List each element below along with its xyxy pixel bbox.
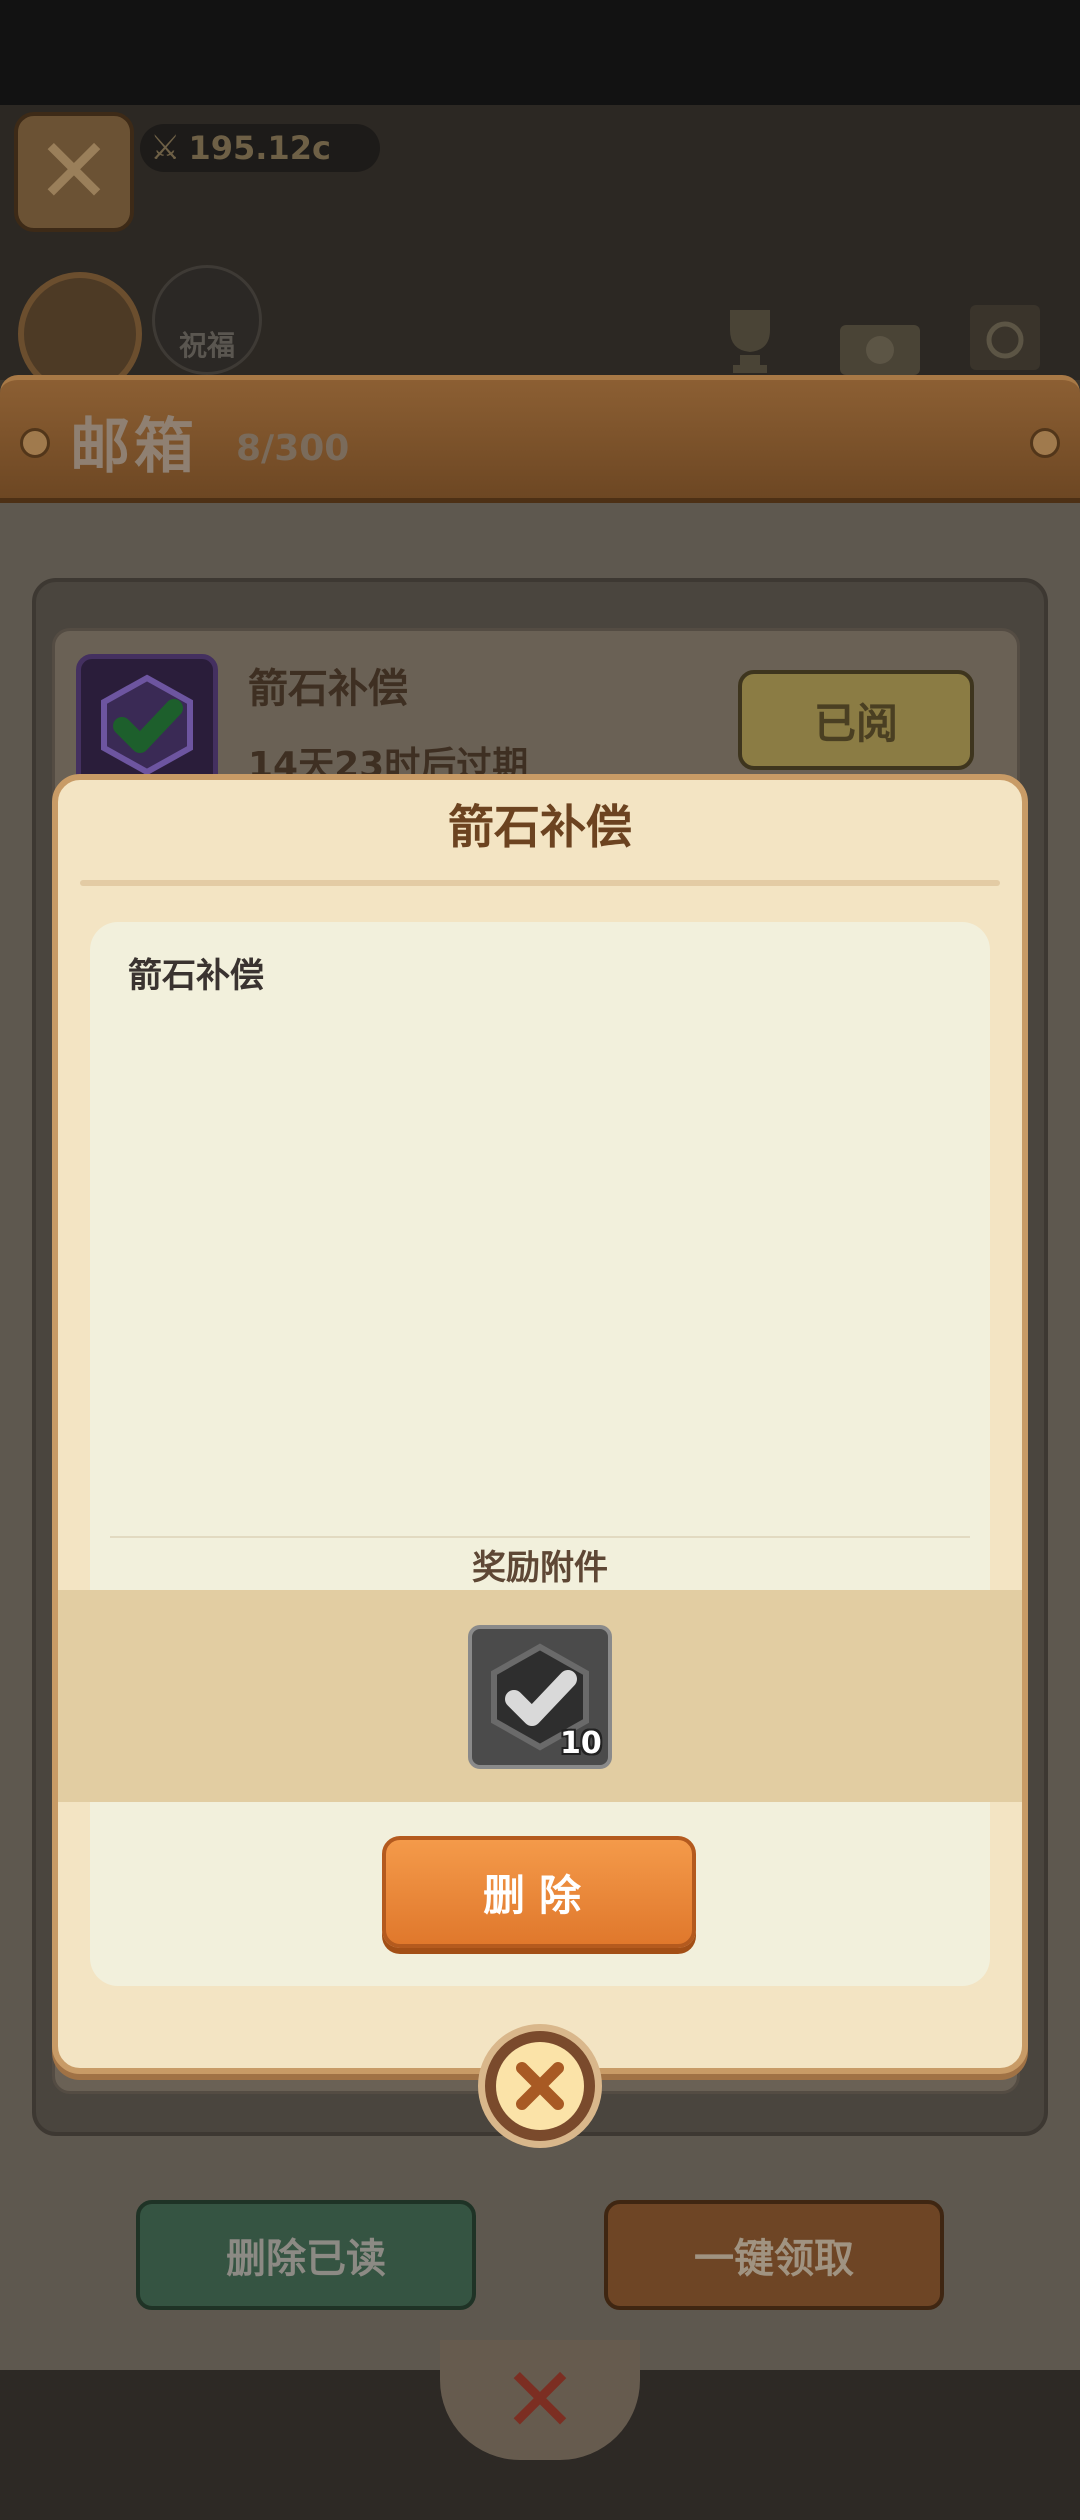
claim-all-button[interactable]: 一键领取: [604, 2200, 944, 2310]
bless-button: 祝福: [152, 265, 262, 375]
bless-label: 祝福: [178, 329, 235, 362]
power-display: ⚔ 195.12c: [140, 124, 380, 172]
read-button[interactable]: 已阅: [738, 670, 974, 770]
delete-read-label: 删除已读: [226, 2236, 386, 2282]
mail-item-title: 箭石补偿: [248, 666, 408, 712]
reward-divider: [110, 1536, 970, 1538]
delete-button[interactable]: 删除: [382, 1836, 696, 1948]
nail-icon: [20, 428, 50, 458]
delete-read-button[interactable]: 删除已读: [136, 2200, 476, 2310]
back-close-icon: ✕: [14, 112, 134, 232]
claim-all-label: 一键领取: [694, 2236, 854, 2282]
pass-ticket-icon: [830, 290, 930, 380]
close-icon: ✕: [502, 2347, 578, 2453]
delete-button-label: 删除: [482, 1870, 595, 1920]
reward-label: 奖励附件: [472, 1548, 608, 1588]
title-divider: [80, 880, 1000, 886]
dialog-title: 箭石补偿: [448, 800, 632, 854]
reward-quantity: 10: [560, 1726, 602, 1761]
dialog-header: 箭石补偿: [58, 782, 1022, 892]
mailbox-title: 邮箱: [70, 412, 198, 482]
nail-icon: [1030, 428, 1060, 458]
swords-icon: ⚔: [150, 128, 181, 168]
trophy-icon: [700, 290, 800, 380]
close-icon: [496, 2042, 584, 2130]
special-card-icon: [955, 290, 1055, 380]
power-value: 195.12c: [188, 129, 331, 167]
read-button-label: 已阅: [813, 698, 898, 748]
dialog-content: [90, 922, 990, 1986]
dialog-close-button[interactable]: [478, 2024, 602, 2148]
status-bar: [0, 0, 1080, 105]
mailbox-count: 8/300: [236, 428, 350, 469]
mail-body-text: 箭石补偿: [128, 956, 264, 996]
mailbox-close-button[interactable]: ✕: [440, 2340, 640, 2460]
